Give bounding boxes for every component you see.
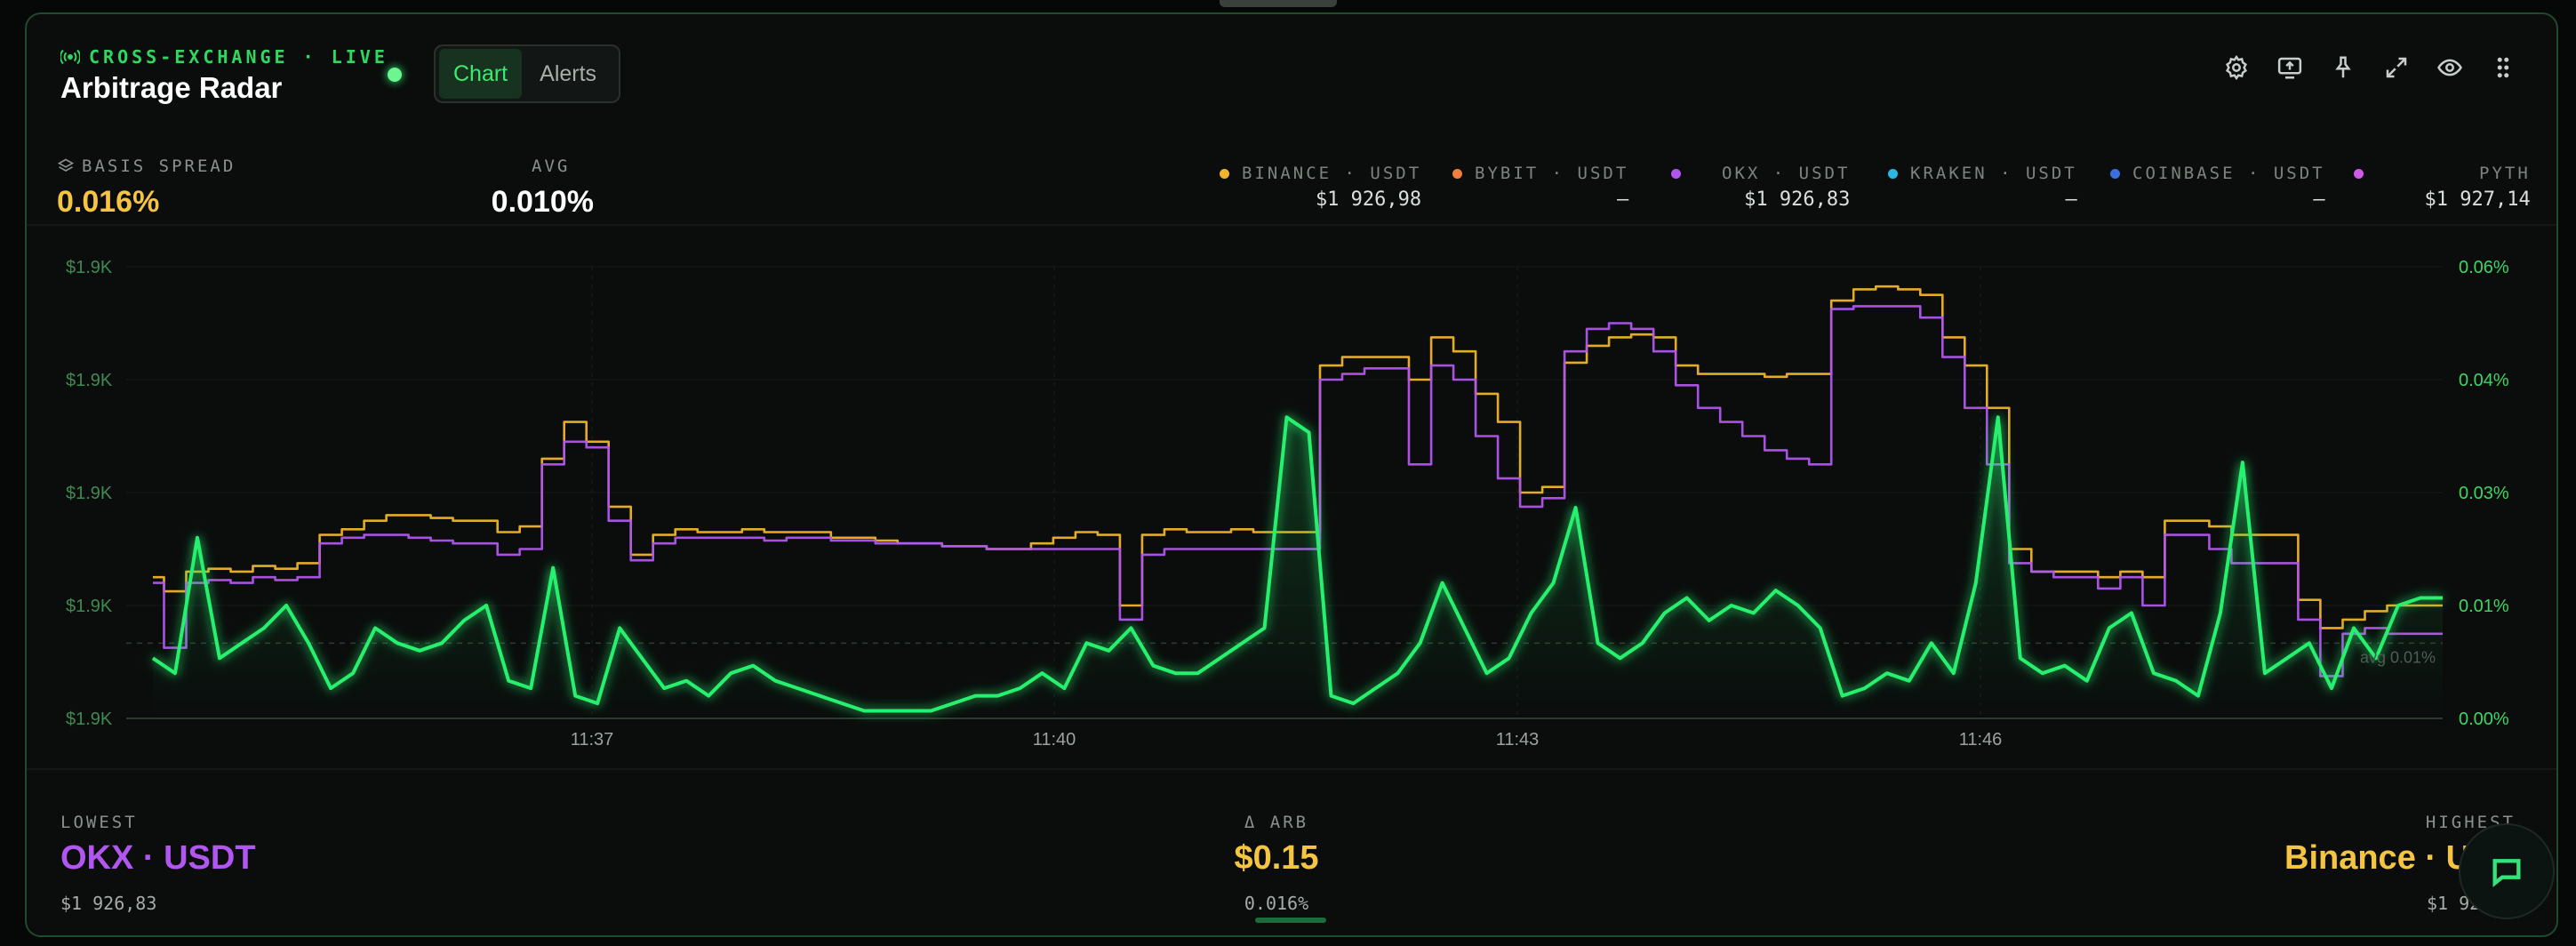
chat-icon (2492, 859, 2521, 887)
left-axis-tick: $1.9K (66, 597, 113, 616)
legend-dot (1671, 168, 1681, 179)
tab-chart[interactable]: Chart (439, 49, 523, 99)
live-indicator: CROSS-EXCHANGE · LIVE (60, 46, 388, 68)
avg-line-label: avg 0.01% (2360, 648, 2436, 666)
toolbar (2220, 52, 2519, 84)
legend-price: — (2313, 188, 2325, 211)
right-axis-tick: 0.03% (2459, 484, 2509, 503)
legend-item-bybit[interactable]: BYBIT · USDT — (1452, 164, 1628, 211)
legend-price: $1 927,14 (2424, 188, 2531, 211)
view-tabs: Chart Alerts (434, 44, 620, 103)
x-axis-tick: 11:40 (1033, 730, 1076, 750)
x-axis-tick: 11:43 (1496, 730, 1540, 750)
legend-dot (2110, 168, 2120, 179)
avg-label: AVG (532, 156, 571, 176)
right-axis-tick: 0.06% (2459, 258, 2509, 277)
page-title: Arbitrage Radar (60, 71, 283, 104)
arb-label: Δ ARB (1244, 813, 1309, 832)
legend-price: $1 926,98 (1315, 188, 1422, 211)
arbitrage-radar-panel: CROSS-EXCHANGE · LIVE Arbitrage Radar Ch… (25, 12, 2558, 937)
right-axis-tick: 0.04% (2459, 371, 2509, 390)
arb-percent: 0.016% (1244, 893, 1309, 914)
live-status-dot (388, 68, 402, 82)
panel-header: CROSS-EXCHANGE · LIVE Arbitrage Radar Ch… (27, 14, 2556, 112)
arb-value: $0.15 (1234, 839, 1319, 877)
basis-spread-label: BASIS SPREAD (57, 156, 236, 176)
tab-alerts[interactable]: Alerts (525, 49, 611, 99)
legend-item-binance[interactable]: BINANCE · USDT $1 926,98 (1220, 164, 1421, 211)
legend-dot (1452, 168, 1462, 179)
arb-summary: LOWEST OKX · USDT $1 926,83 Δ ARB $0.15 … (27, 770, 2556, 935)
gear-icon[interactable] (2220, 52, 2252, 84)
more-vertical-icon[interactable] (2487, 52, 2519, 84)
pin-icon[interactable] (2327, 52, 2359, 84)
share-screen-icon[interactable] (2274, 52, 2306, 84)
legend-price: — (2065, 188, 2077, 211)
lowest-exchange: OKX · USDT (60, 839, 256, 877)
legend-item-okx[interactable]: OKX · USDT $1 926,83 (1671, 164, 1850, 211)
legend-item-pyth[interactable]: PYTH $1 927,14 (2354, 164, 2531, 211)
left-axis-tick: $1.9K (66, 371, 113, 390)
expand-icon[interactable] (2380, 52, 2412, 84)
chat-button[interactable] (2459, 823, 2555, 919)
bottom-drag-handle[interactable] (1255, 918, 1326, 923)
layers-icon (57, 158, 75, 172)
broadcast-icon (60, 49, 80, 65)
avg-value: 0.010% (491, 185, 594, 219)
live-label: CROSS-EXCHANGE · LIVE (89, 46, 388, 68)
top-drag-handle[interactable] (1220, 0, 1337, 7)
chart-area[interactable]: $1.9K $1.9K $1.9K $1.9K $1.9K 0.06% 0.04% 0.03%… (27, 226, 2558, 768)
lowest-label: LOWEST (60, 813, 138, 832)
x-axis-tick: 11:46 (1959, 730, 2003, 750)
stats-row: BASIS SPREAD 0.016% AVG 0.010% BINANCE ·… (27, 139, 2556, 228)
legend-dot (2354, 168, 2364, 179)
spread-area (153, 417, 2443, 718)
legend-price: — (1617, 188, 1629, 211)
x-axis-tick: 11:37 (571, 730, 614, 750)
basis-spread-value: 0.016% (57, 185, 160, 219)
legend-dot (1888, 168, 1898, 179)
left-axis-tick: $1.9K (66, 710, 113, 729)
eye-icon[interactable] (2434, 52, 2466, 84)
right-axis-tick: 0.00% (2459, 710, 2509, 729)
left-axis-tick: $1.9K (66, 484, 113, 503)
price-spread-chart[interactable]: $1.9K $1.9K $1.9K $1.9K $1.9K 0.06% 0.04% 0.03%… (27, 226, 2558, 768)
highest-label: HIGHEST (2425, 813, 2516, 832)
left-axis-tick: $1.9K (66, 258, 113, 277)
legend-price: $1 926,83 (1744, 188, 1851, 211)
legend-item-kraken[interactable]: KRAKEN · USDT — (1888, 164, 2077, 211)
legend-dot (1220, 168, 1229, 179)
right-axis-tick: 0.01% (2459, 597, 2509, 616)
lowest-price: $1 926,83 (60, 893, 157, 914)
legend-item-coinbase[interactable]: COINBASE · USDT — (2110, 164, 2325, 211)
